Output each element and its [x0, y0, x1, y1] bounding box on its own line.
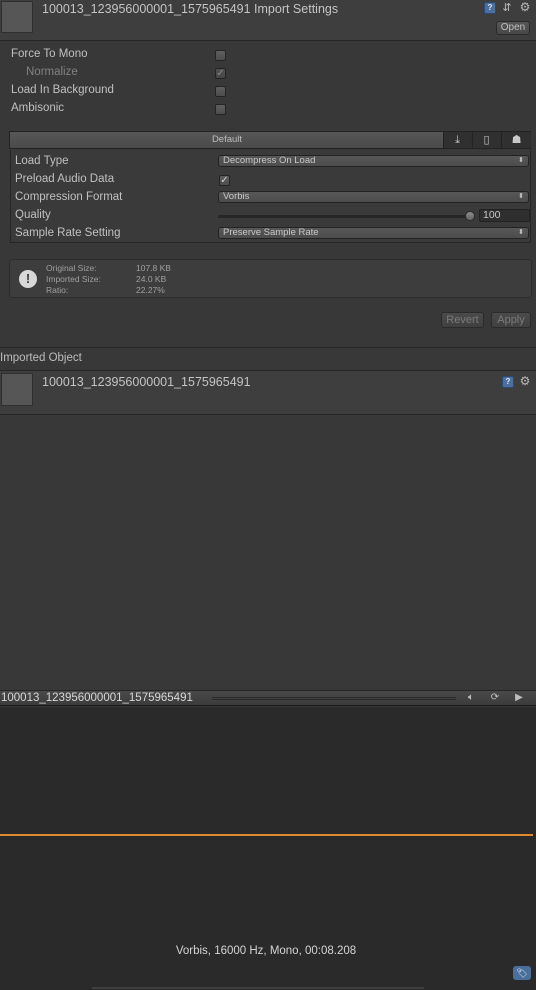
- tab-default[interactable]: Default: [10, 132, 444, 148]
- imported-size-label: Imported Size:: [46, 274, 101, 284]
- quality-label: Quality: [15, 209, 51, 221]
- download-icon: ⤓: [455, 134, 460, 146]
- preview-scroll-indicator: [92, 987, 424, 989]
- sample-rate-setting-label: Sample Rate Setting: [15, 227, 121, 239]
- load-type-value: Decompress On Load: [223, 155, 316, 166]
- dropdown-arrow-icon: ⬍: [518, 229, 524, 236]
- android-icon: ☗: [511, 134, 522, 146]
- audio-info-text: Vorbis, 16000 Hz, Mono, 00:08.208: [175, 945, 357, 957]
- compression-format-dropdown[interactable]: Vorbis ⬍: [218, 191, 529, 203]
- load-type-label: Load Type: [15, 155, 69, 167]
- load-in-background-label: Load In Background: [11, 84, 114, 96]
- original-size-label: Original Size:: [46, 263, 97, 273]
- preview-asset-name: 100013_123956000001_1575965491: [1, 692, 193, 704]
- imported-object-thumbnail: [1, 373, 33, 406]
- load-in-background-checkbox[interactable]: [215, 86, 226, 97]
- imported-object-name: 100013_123956000001_1575965491: [42, 375, 251, 389]
- ratio-label: Ratio:: [46, 285, 69, 295]
- force-to-mono-checkbox[interactable]: [215, 50, 226, 61]
- loop-icon[interactable]: ⟳: [484, 691, 506, 704]
- presets-icon[interactable]: ⇵: [501, 2, 513, 14]
- preload-audio-data-checkbox[interactable]: ✓: [219, 175, 230, 186]
- load-type-dropdown[interactable]: Decompress On Load ⬍: [218, 155, 529, 167]
- gear-icon[interactable]: ⚙: [519, 375, 531, 387]
- ratio-value: 22.27%: [136, 285, 165, 295]
- asset-thumbnail: [1, 1, 33, 33]
- normalize-label: Normalize: [26, 66, 78, 78]
- play-icon[interactable]: ▶: [508, 691, 530, 704]
- dropdown-arrow-icon: ⬍: [518, 193, 524, 200]
- mobile-icon: ▯: [483, 134, 490, 146]
- ambisonic-label: Ambisonic: [11, 102, 65, 114]
- ambisonic-checkbox[interactable]: [215, 104, 226, 115]
- sample-rate-setting-value: Preserve Sample Rate: [223, 227, 319, 238]
- inspector-title: 100013_123956000001_1575965491 Import Se…: [42, 2, 339, 16]
- tab-ios[interactable]: ▯: [472, 132, 500, 148]
- help-book-icon[interactable]: ?: [484, 2, 496, 14]
- quality-slider-track[interactable]: [218, 215, 470, 218]
- force-to-mono-label: Force To Mono: [11, 48, 88, 60]
- preview-resize-handle[interactable]: [212, 697, 456, 700]
- imported-size-value: 24.0 KB: [136, 274, 167, 284]
- tab-android[interactable]: ☗: [501, 132, 531, 148]
- compression-format-label: Compression Format: [15, 191, 123, 203]
- asset-label-tag-icon[interactable]: 🏷︎: [513, 966, 531, 980]
- info-icon: !: [19, 270, 37, 288]
- revert-button[interactable]: Revert: [441, 312, 484, 328]
- normalize-checkbox[interactable]: ✓: [215, 68, 226, 79]
- help-book-icon[interactable]: ?: [502, 376, 514, 388]
- speaker-icon[interactable]: 🔈︎: [460, 691, 482, 704]
- preload-audio-data-label: Preload Audio Data: [15, 173, 115, 185]
- compression-format-value: Vorbis: [223, 191, 250, 202]
- quality-slider-handle[interactable]: [465, 211, 475, 221]
- original-size-value: 107.8 KB: [136, 263, 171, 273]
- waveform-line: [0, 834, 533, 836]
- gear-icon[interactable]: ⚙: [519, 1, 531, 13]
- apply-button[interactable]: Apply: [491, 312, 531, 328]
- tab-standalone[interactable]: ⤓: [443, 132, 471, 148]
- dropdown-arrow-icon: ⬍: [518, 157, 524, 164]
- quality-value-field[interactable]: 100: [479, 209, 530, 222]
- sample-rate-setting-dropdown[interactable]: Preserve Sample Rate ⬍: [218, 227, 529, 239]
- open-button[interactable]: Open: [496, 21, 530, 35]
- imported-object-section-label: Imported Object: [0, 352, 82, 364]
